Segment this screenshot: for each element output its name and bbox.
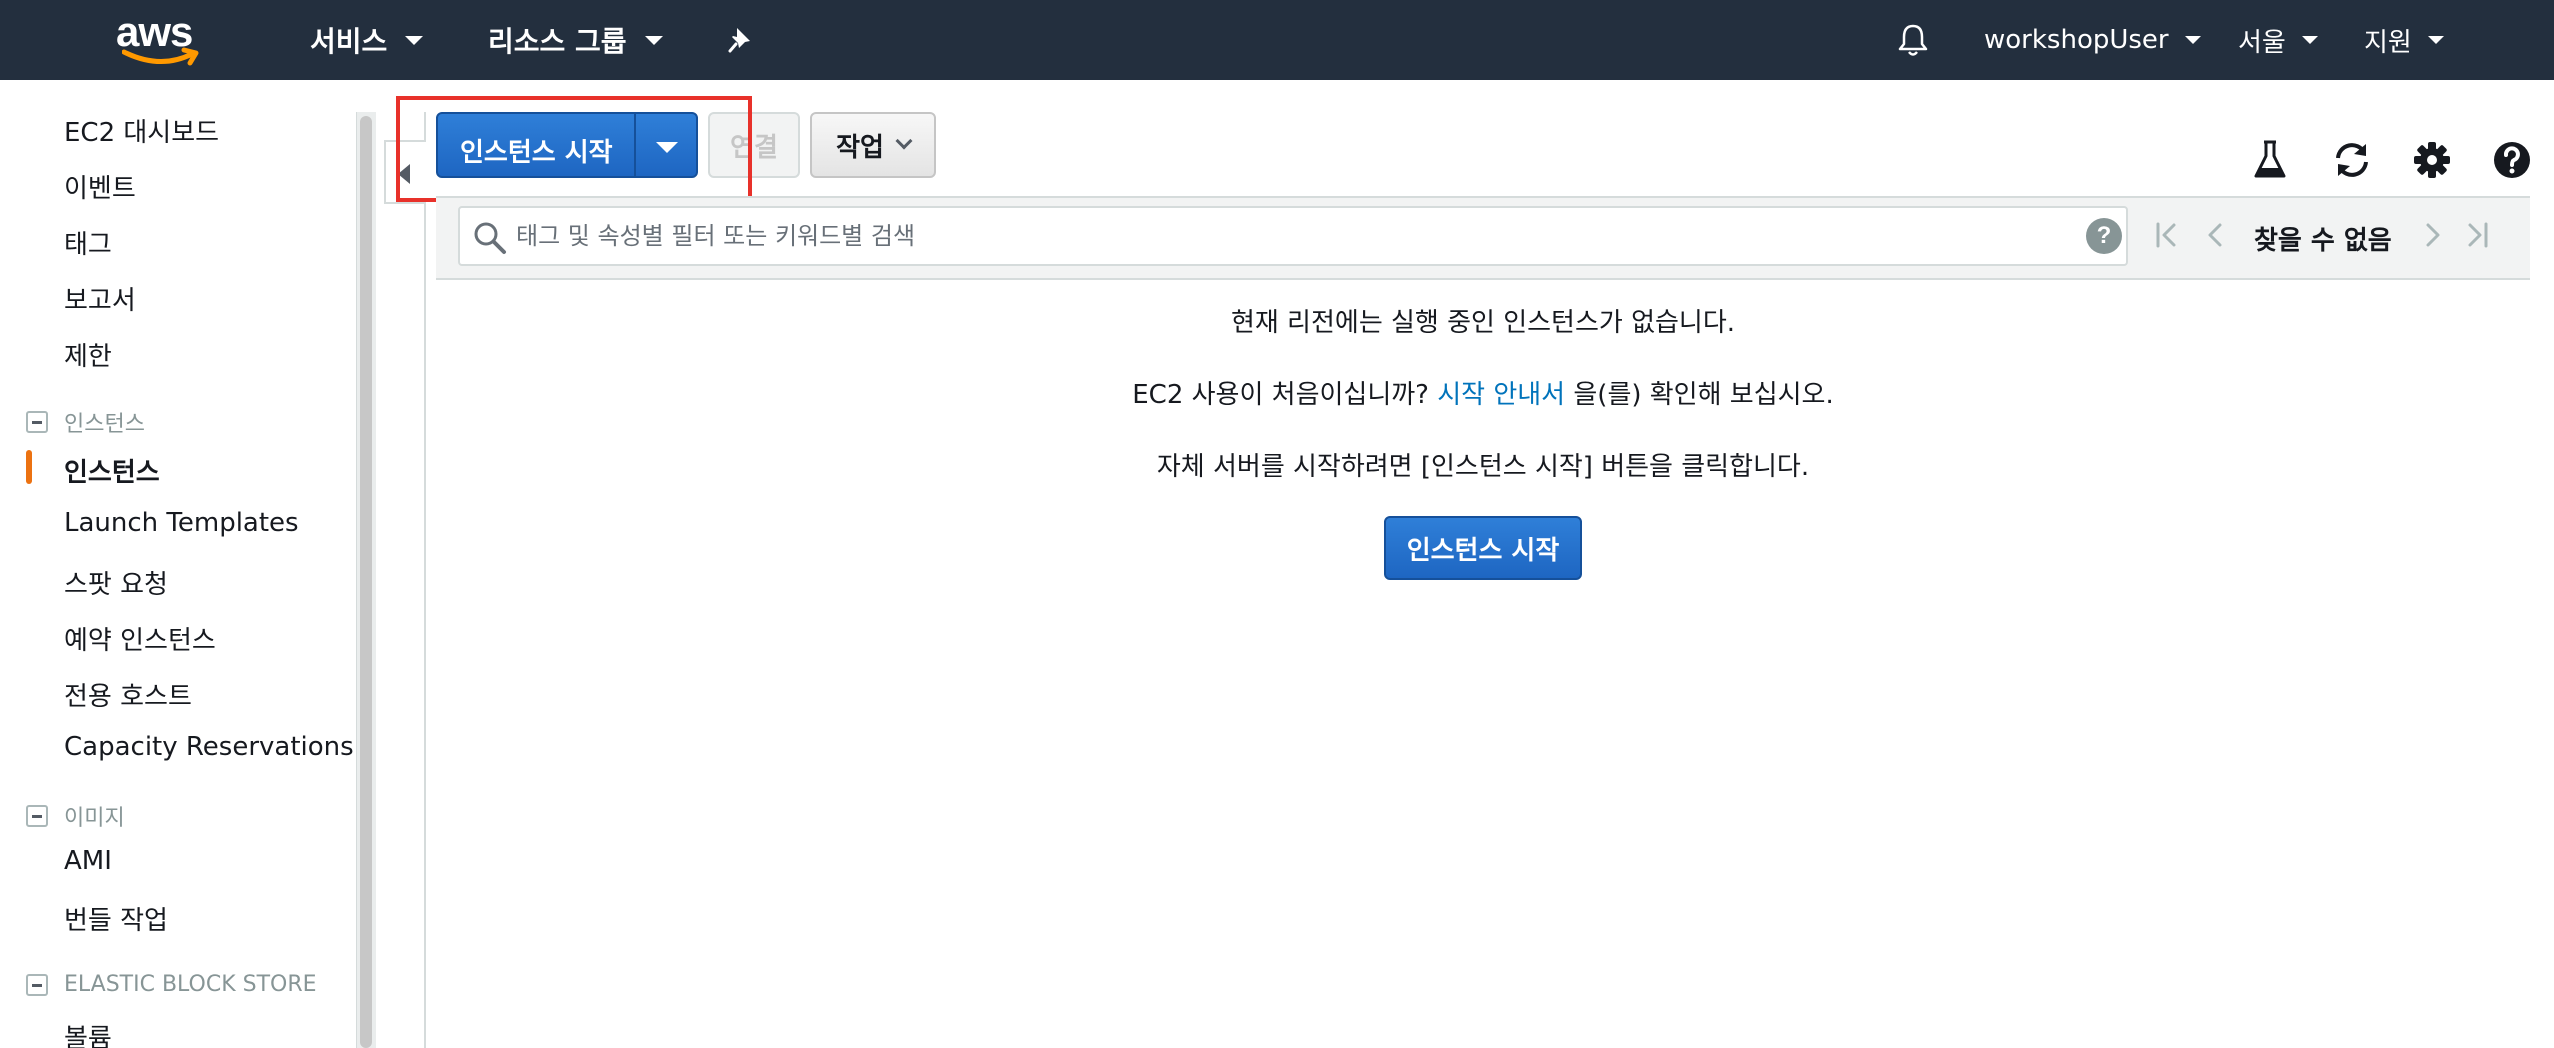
pin-button[interactable] (726, 0, 756, 80)
aws-smile-icon (122, 47, 199, 66)
search-input[interactable] (516, 214, 2046, 258)
sidebar-item-volumes[interactable]: 볼륨 (64, 1018, 112, 1048)
help-icon[interactable] (2490, 138, 2534, 182)
sidebar-item-ami[interactable]: AMI (64, 846, 112, 876)
active-indicator (26, 450, 32, 484)
previous-page-icon[interactable] (2200, 220, 2230, 250)
getting-started-guide-link[interactable]: 시작 안내서 (1437, 380, 1565, 410)
pin-icon (728, 28, 750, 53)
sidebar: EC2 대시보드 이벤트 태그 보고서 제한 인스턴스 인스턴스 Launch … (0, 80, 356, 1048)
chevron-down-icon (895, 132, 913, 150)
section-header-instances: 인스턴스 (26, 406, 145, 438)
collapse-section-icon[interactable] (26, 973, 48, 996)
search-icon (474, 222, 506, 254)
chevron-down-icon (2184, 36, 2201, 44)
section-title-ebs: ELASTIC BLOCK STORE (64, 972, 317, 997)
sidebar-item-ec2-dashboard[interactable]: EC2 대시보드 (64, 112, 219, 149)
empty-state-getting-started: EC2 사용이 처음이십니까? 시작 안내서 을(를) 확인해 보십시오. (436, 374, 2530, 411)
services-menu[interactable]: 서비스 (310, 0, 424, 80)
pagination-status: 찾을 수 없음 (2254, 226, 2392, 256)
sidebar-item-reports[interactable]: 보고서 (64, 280, 136, 317)
section-header-ebs: ELASTIC BLOCK STORE (26, 972, 317, 997)
flask-icon[interactable] (2248, 138, 2292, 182)
sidebar-item-bundle-tasks[interactable]: 번들 작업 (64, 900, 168, 937)
region-label: 서울 (2238, 27, 2286, 58)
refresh-icon[interactable] (2330, 138, 2374, 182)
section-title-instances: 인스턴스 (64, 412, 145, 437)
support-menu[interactable]: 지원 (2364, 0, 2444, 80)
sidebar-item-capacity-reservations[interactable]: Capacity Reservations (64, 732, 354, 762)
chevron-down-icon (644, 35, 663, 45)
region-menu[interactable]: 서울 (2238, 0, 2318, 80)
actions-label: 작업 (836, 132, 884, 163)
sidebar-scrollbar-thumb[interactable] (360, 116, 372, 1048)
actions-button[interactable]: 작업 (810, 112, 936, 178)
sidebar-divider (424, 112, 426, 1048)
aws-logo[interactable]: aws (116, 8, 206, 68)
resource-groups-label: 리소스 그룹 (488, 25, 627, 58)
chevron-down-icon (2427, 36, 2444, 44)
resource-groups-menu[interactable]: 리소스 그룹 (488, 0, 663, 80)
gear-icon[interactable] (2410, 138, 2454, 182)
sidebar-item-dedicated-hosts[interactable]: 전용 호스트 (64, 676, 192, 713)
sidebar-item-events[interactable]: 이벤트 (64, 168, 136, 205)
section-header-images: 이미지 (26, 800, 125, 832)
sidebar-item-instances[interactable]: 인스턴스 (64, 452, 160, 489)
launch-instance-center-label: 인스턴스 시작 (1406, 535, 1560, 566)
services-label: 서비스 (310, 25, 388, 58)
empty-state-message: 현재 리전에는 실행 중인 인스턴스가 없습니다. (1230, 308, 1736, 338)
collapse-section-icon[interactable] (26, 805, 48, 827)
highlight-annotation (396, 96, 752, 202)
support-label: 지원 (2364, 27, 2412, 58)
search-help-icon[interactable]: ? (2086, 218, 2122, 254)
launch-instance-button-center[interactable]: 인스턴스 시작 (1384, 516, 1582, 580)
last-page-icon[interactable] (2462, 220, 2492, 250)
sidebar-item-launch-templates[interactable]: Launch Templates (64, 508, 299, 538)
next-page-icon[interactable] (2418, 220, 2448, 250)
search-box[interactable]: ? (458, 206, 2128, 266)
sidebar-item-tags[interactable]: 태그 (64, 224, 112, 261)
getting-started-suffix: 을(를) 확인해 보십시오. (1573, 380, 1834, 410)
chevron-down-icon (2301, 36, 2318, 44)
sidebar-item-limits[interactable]: 제한 (64, 336, 112, 373)
bell-icon (1898, 24, 1928, 56)
sidebar-item-reserved-instances[interactable]: 예약 인스턴스 (64, 620, 216, 657)
notifications-button[interactable] (1896, 0, 1930, 80)
user-label: workshopUser (1984, 25, 2169, 55)
sidebar-item-spot-requests[interactable]: 스팟 요청 (64, 564, 168, 601)
getting-started-prefix: EC2 사용이 처음이십니까? (1132, 380, 1429, 410)
section-title-images: 이미지 (64, 806, 125, 831)
first-page-icon[interactable] (2152, 220, 2182, 250)
empty-state-instruction: 자체 서버를 시작하려면 [인스턴스 시작] 버튼을 클릭합니다. (1156, 452, 1810, 482)
top-navigation-bar: aws 서비스 리소스 그룹 workshopUser 서울 지원 (0, 0, 2554, 80)
user-menu[interactable]: workshopUser (1984, 0, 2201, 80)
collapse-section-icon[interactable] (26, 411, 48, 433)
chevron-down-icon (405, 35, 424, 45)
